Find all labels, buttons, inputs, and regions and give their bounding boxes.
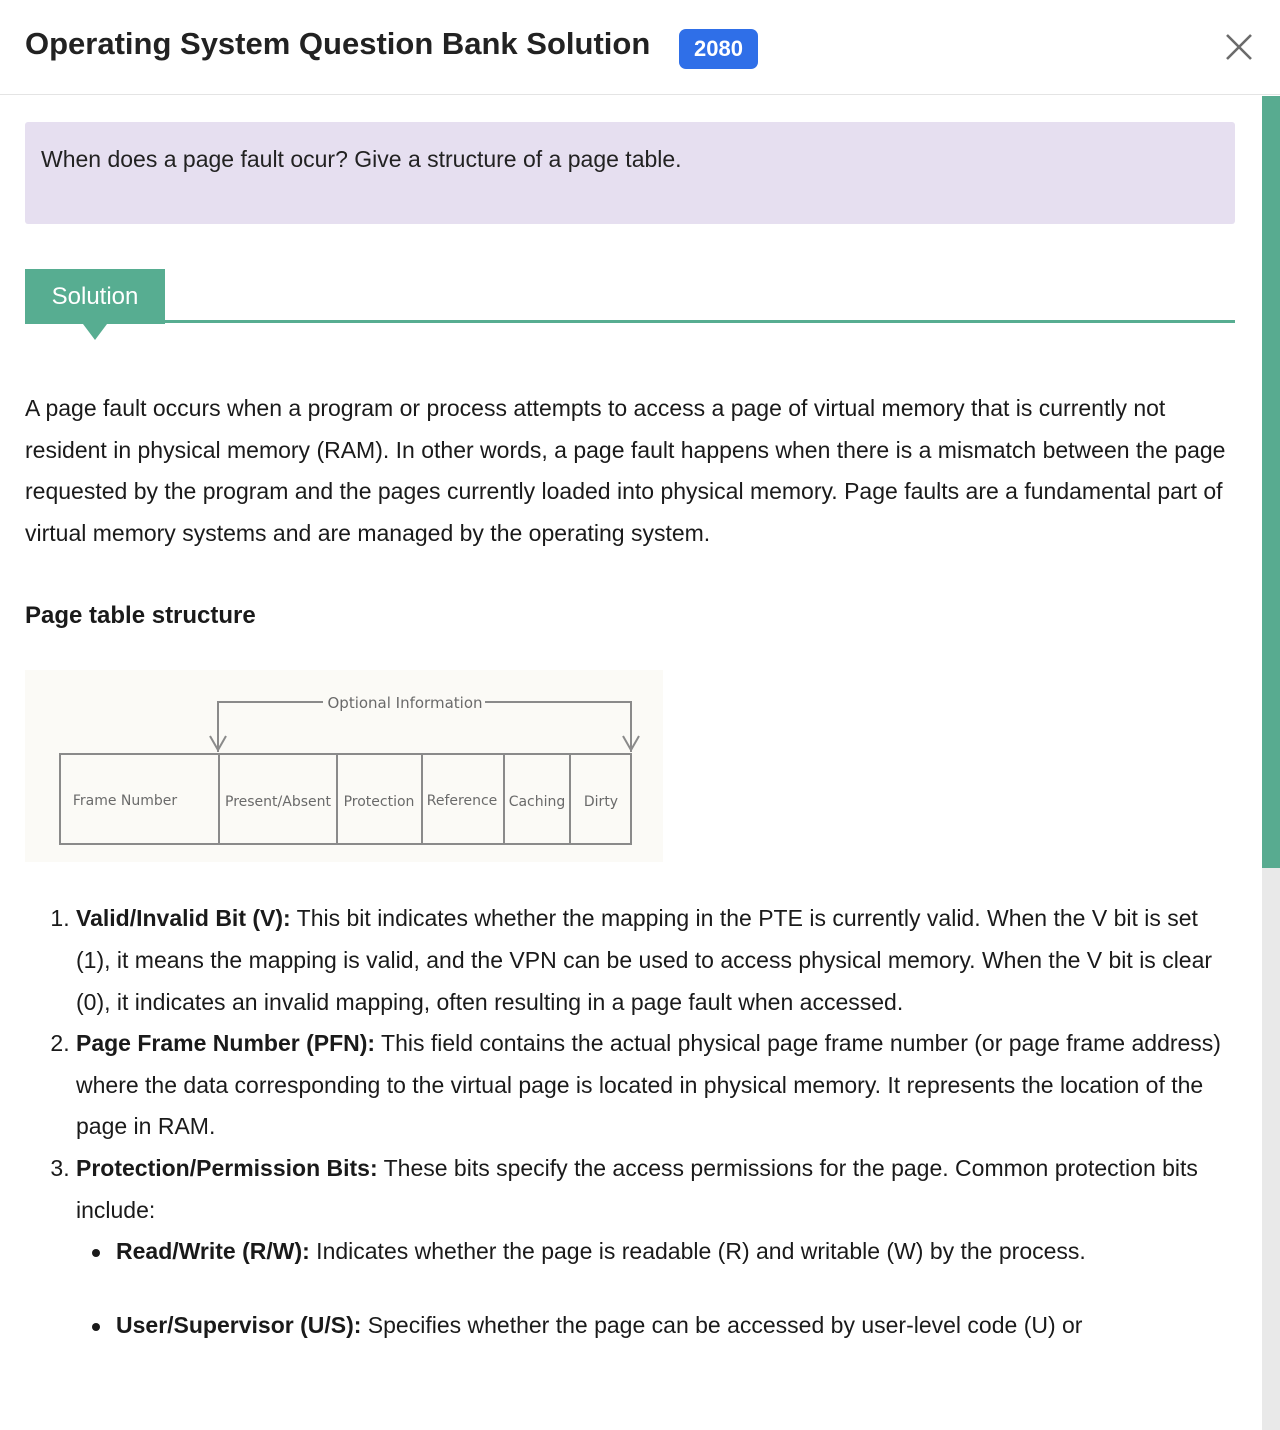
cell-protection: Protection <box>344 794 415 810</box>
year-badge: 2080 <box>679 29 758 69</box>
page-table-fields-list: Valid/Invalid Bit (V): This bit indicate… <box>25 898 1235 1346</box>
sub-list-item-desc: Indicates whether the page is readable (… <box>309 1238 1086 1265</box>
question-text: When does a page fault ocur? Give a stru… <box>41 146 682 172</box>
solution-tab: Solution <box>25 269 165 340</box>
sub-list-item: User/Supervisor (U/S): Specifies whether… <box>92 1305 1235 1347</box>
page-table-svg: Optional Information Frame Number Presen… <box>59 694 640 846</box>
modal-body: When does a page fault ocur? Give a stru… <box>25 122 1235 1378</box>
modal-title: Operating System Question Bank Solution <box>25 26 651 61</box>
optional-info-label: Optional Information <box>327 694 482 712</box>
cell-present-absent: Present/Absent <box>225 794 331 810</box>
sub-list-item-desc: Specifies whether the page can be access… <box>361 1311 1083 1338</box>
question-box: When does a page fault ocur? Give a stru… <box>25 122 1235 224</box>
list-item-term: Valid/Invalid Bit (V): <box>76 905 291 932</box>
solution-divider <box>165 320 1235 323</box>
list-item-term: Protection/Permission Bits: <box>76 1154 378 1181</box>
cell-frame-number: Frame Number <box>73 793 178 809</box>
page-table-diagram: Optional Information Frame Number Presen… <box>25 670 663 863</box>
solution-intro: A page fault occurs when a program or pr… <box>25 395 1226 546</box>
list-item: Valid/Invalid Bit (V): This bit indicate… <box>76 898 1235 1023</box>
cell-dirty: Dirty <box>584 794 618 810</box>
close-button[interactable] <box>1219 27 1259 67</box>
cell-caching: Caching <box>509 794 566 810</box>
list-item: Page Frame Number (PFN): This field cont… <box>76 1023 1235 1148</box>
cell-reference: Reference <box>427 793 498 809</box>
list-item-term: Page Frame Number (PFN): <box>76 1030 376 1057</box>
scrollbar-thumb[interactable] <box>1262 96 1280 868</box>
section-heading: Page table structure <box>25 602 256 630</box>
solution-modal: Operating System Question Bank Solution … <box>0 0 1280 1430</box>
close-icon <box>1226 34 1252 60</box>
sub-list-item-term: Read/Write (R/W): <box>116 1238 310 1265</box>
protection-bits-list: Read/Write (R/W): Indicates whether the … <box>76 1231 1235 1346</box>
sub-list-item: Read/Write (R/W): Indicates whether the … <box>92 1231 1235 1273</box>
modal-header: Operating System Question Bank Solution … <box>0 0 1280 95</box>
solution-header: Solution <box>25 269 1235 341</box>
scrollbar-track[interactable] <box>1262 96 1280 1430</box>
list-item: Protection/Permission Bits: These bits s… <box>76 1148 1235 1346</box>
sub-list-item-term: User/Supervisor (U/S): <box>116 1311 362 1338</box>
